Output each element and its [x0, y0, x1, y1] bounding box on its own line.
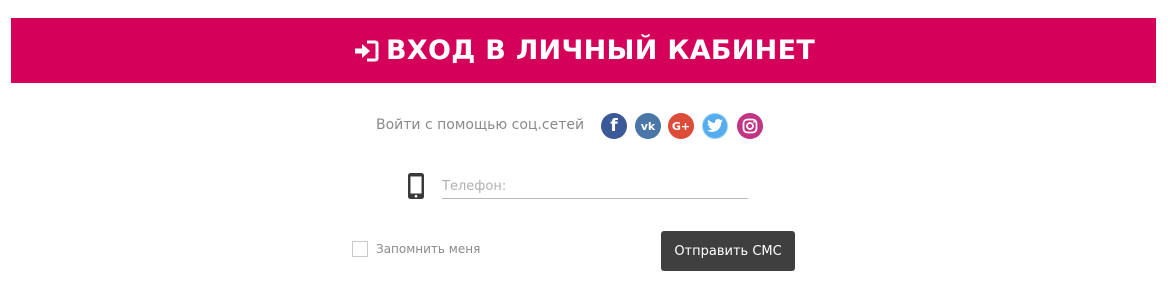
twitter-icon[interactable] — [702, 113, 728, 139]
sign-in-icon — [352, 37, 380, 65]
social-login-row: Войти с помощью соц.сетей f vk G+ — [0, 109, 1168, 143]
login-form: ВХОД В ЛИЧНЫЙ КАБИНЕТ Войти с помощью со… — [0, 0, 1168, 304]
login-header-banner: ВХОД В ЛИЧНЫЙ КАБИНЕТ — [11, 18, 1156, 83]
page-title: ВХОД В ЛИЧНЫЙ КАБИНЕТ — [385, 35, 816, 66]
vk-icon[interactable]: vk — [635, 113, 661, 139]
remember-me-label: Запомнить меня — [376, 242, 481, 256]
social-login-label: Войти с помощью соц.сетей — [376, 117, 585, 133]
mobile-phone-icon — [406, 172, 426, 200]
phone-field-row — [0, 170, 1168, 204]
google-plus-icon[interactable]: G+ — [668, 113, 694, 139]
send-sms-button[interactable]: Отправить СМС — [661, 231, 795, 271]
facebook-icon[interactable]: f — [601, 113, 627, 139]
phone-input[interactable] — [442, 174, 748, 199]
checkbox[interactable] — [352, 241, 368, 257]
instagram-icon[interactable] — [737, 113, 763, 139]
remember-me-checkbox[interactable]: Запомнить меня — [352, 241, 480, 257]
